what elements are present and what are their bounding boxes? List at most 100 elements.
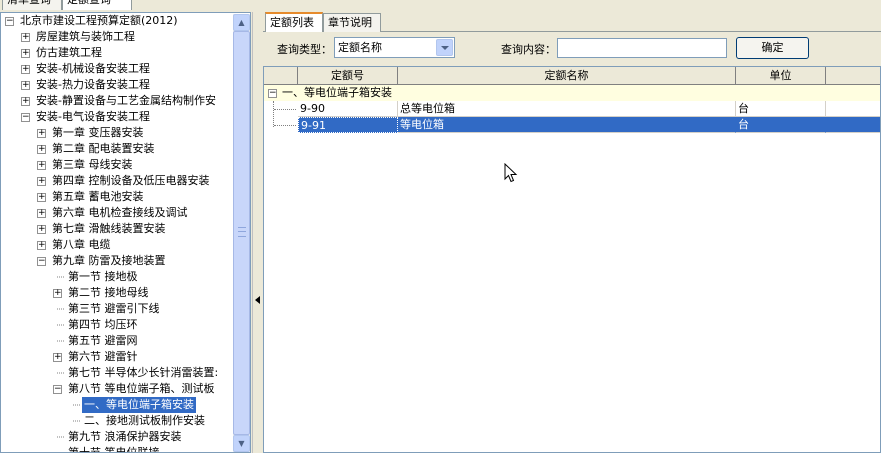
tree-item[interactable]: + 安装-机械设备安装工程 <box>1 61 233 77</box>
query-type-select[interactable]: 定额名称 <box>334 37 455 58</box>
expand-icon[interactable]: + <box>37 225 46 234</box>
top-tab-strip: 清单查询 定额查询 <box>0 0 260 10</box>
tree-item-label: 房屋建筑与装饰工程 <box>36 30 135 43</box>
tree-item[interactable]: 第三节 避雷引下线 <box>1 301 233 317</box>
dropdown-arrow-icon[interactable] <box>436 39 453 56</box>
tree-item[interactable]: 二、接地测试板制作安装 <box>1 413 233 429</box>
tree-item[interactable]: + 第六节 避雷针 <box>1 349 233 365</box>
tree-item[interactable]: − 北京市建设工程预算定额(2012) <box>1 13 233 29</box>
query-type-value: 定额名称 <box>338 41 382 54</box>
column-header-unit[interactable]: 单位 <box>736 67 826 85</box>
expand-icon[interactable]: + <box>53 289 62 298</box>
expand-icon[interactable]: + <box>37 161 46 170</box>
quota-grid: 定额号 定额名称 单位 − 一、等电位端子箱安装 9-90 总等电位箱台 9-91 等… <box>263 66 881 453</box>
tree-item-label: 安装-电气设备安装工程 <box>36 110 150 123</box>
tree-item-label: 第七章 滑触线装置安装 <box>52 222 166 235</box>
tree-item-label: 第二节 接地母线 <box>68 286 149 299</box>
tree-item-label: 二、接地测试板制作安装 <box>84 414 205 427</box>
tree-item-label: 第六节 避雷针 <box>68 350 138 363</box>
expand-icon[interactable]: + <box>37 177 46 186</box>
expand-icon[interactable]: + <box>37 209 46 218</box>
tree-item[interactable]: 第九节 浪涌保护器安装 <box>1 429 233 445</box>
confirm-button[interactable]: 确定 <box>736 37 809 59</box>
scrollbar-thumb[interactable] <box>233 31 250 435</box>
tree-item-label: 安装-机械设备安装工程 <box>36 62 150 75</box>
tree-item[interactable]: + 第五章 蓄电池安装 <box>1 189 233 205</box>
tree-item[interactable]: 第七节 半导体少长针消雷装置: <box>1 365 233 381</box>
tree-vertical-scrollbar[interactable]: ▲ ▼ <box>233 14 250 452</box>
tab-chapter-notes[interactable]: 章节说明 <box>323 13 381 32</box>
expand-icon[interactable]: + <box>37 145 46 154</box>
tree-item-label: 第一章 变压器安装 <box>52 126 144 139</box>
tree-item-label: 安装-静置设备与工艺金属结构制作安 <box>36 94 216 107</box>
expand-icon[interactable]: + <box>53 353 62 362</box>
scroll-up-icon[interactable]: ▲ <box>233 14 250 31</box>
expand-icon[interactable]: + <box>21 97 30 106</box>
expand-icon[interactable]: + <box>21 49 30 58</box>
tab-quota-query[interactable]: 定额查询 <box>62 0 132 10</box>
tree-item[interactable]: 第四节 均压环 <box>1 317 233 333</box>
splitter-arrow-icon[interactable] <box>255 296 260 304</box>
tree-item[interactable]: 第一节 接地极 <box>1 269 233 285</box>
column-header-name[interactable]: 定额名称 <box>398 67 736 85</box>
tree-item-label: 第十节 等电位联接 <box>68 446 160 453</box>
expand-icon[interactable]: + <box>37 129 46 138</box>
panel-splitter[interactable] <box>252 12 262 453</box>
collapse-icon[interactable]: − <box>5 17 14 26</box>
tree-item[interactable]: + 第三章 母线安装 <box>1 157 233 173</box>
tree-item[interactable]: + 仿古建筑工程 <box>1 45 233 61</box>
expand-icon[interactable]: + <box>21 81 30 90</box>
collapse-icon[interactable]: − <box>268 89 277 98</box>
tree-item[interactable]: + 安装-热力设备安装工程 <box>1 77 233 93</box>
expand-icon[interactable]: + <box>37 193 46 202</box>
expand-icon[interactable]: + <box>21 65 30 74</box>
tree-item[interactable]: + 第六章 电机检查接线及调试 <box>1 205 233 221</box>
query-content-input[interactable] <box>557 38 727 58</box>
tree-item[interactable]: − 第八节 等电位端子箱、测试板 <box>1 381 233 397</box>
scroll-down-icon[interactable]: ▼ <box>233 435 250 452</box>
tab-bill-query[interactable]: 清单查询 <box>2 0 62 10</box>
tree-item-label: 第九节 浪涌保护器安装 <box>68 430 182 443</box>
tree-item[interactable]: + 第二章 配电装置安装 <box>1 141 233 157</box>
query-content-label: 查询内容： <box>501 43 556 56</box>
tree-item-label: 第七节 半导体少长针消雷装置: <box>68 366 219 379</box>
table-row[interactable]: 9-90 总等电位箱台 <box>264 101 880 117</box>
tree-item-label: 第五节 避雷网 <box>68 334 138 347</box>
column-header-code[interactable]: 定额号 <box>298 67 398 85</box>
collapse-icon[interactable]: − <box>37 257 46 266</box>
tree-item[interactable]: 第十节 等电位联接 <box>1 445 233 453</box>
tree-item-label: 安装-热力设备安装工程 <box>36 78 150 91</box>
collapse-icon[interactable]: − <box>53 385 62 394</box>
tree-item[interactable]: + 第八章 电缆 <box>1 237 233 253</box>
tree-item[interactable]: + 第七章 滑触线装置安装 <box>1 221 233 237</box>
expand-icon[interactable]: + <box>21 33 30 42</box>
tree-item[interactable]: + 第二节 接地母线 <box>1 285 233 301</box>
tree-item[interactable]: + 房屋建筑与装饰工程 <box>1 29 233 45</box>
query-type-label: 查询类型： <box>277 43 332 56</box>
query-bar: 查询类型： 定额名称 查询内容： 确定 <box>263 33 881 65</box>
tab-quota-list[interactable]: 定额列表 <box>265 12 323 32</box>
tree-item-label: 北京市建设工程预算定额(2012) <box>20 14 178 27</box>
tree-item-label: 第八节 等电位端子箱、测试板 <box>68 382 215 395</box>
cell-extra <box>826 101 880 117</box>
tree-item-label: 第八章 电缆 <box>52 238 111 251</box>
grid-tree-connector <box>274 125 296 126</box>
table-row[interactable]: 9-91 等电位箱台 <box>264 117 880 133</box>
cell-code: 9-91 <box>298 117 398 133</box>
tree-item[interactable]: 一、等电位端子箱安装 <box>1 397 233 413</box>
expand-icon[interactable]: + <box>37 241 46 250</box>
tree-item[interactable]: + 第一章 变压器安装 <box>1 125 233 141</box>
tree-item-label: 第三节 避雷引下线 <box>68 302 160 315</box>
tree-item-label: 一、等电位端子箱安装 <box>82 397 196 413</box>
tree-item[interactable]: − 第九章 防雷及接地装置 <box>1 253 233 269</box>
cell-unit: 台 <box>736 117 826 133</box>
cell-code: 9-90 <box>298 101 398 117</box>
mouse-cursor-icon <box>504 163 518 183</box>
tree-item[interactable]: + 安装-静置设备与工艺金属结构制作安 <box>1 93 233 109</box>
collapse-icon[interactable]: − <box>21 113 30 122</box>
tree-item[interactable]: 第五节 避雷网 <box>1 333 233 349</box>
tree-item[interactable]: − 安装-电气设备安装工程 <box>1 109 233 125</box>
group-row[interactable]: − 一、等电位端子箱安装 <box>264 85 880 101</box>
tree-item[interactable]: + 第四章 控制设备及低压电器安装 <box>1 173 233 189</box>
right-tab-strip: 定额列表 章节说明 <box>263 12 881 32</box>
